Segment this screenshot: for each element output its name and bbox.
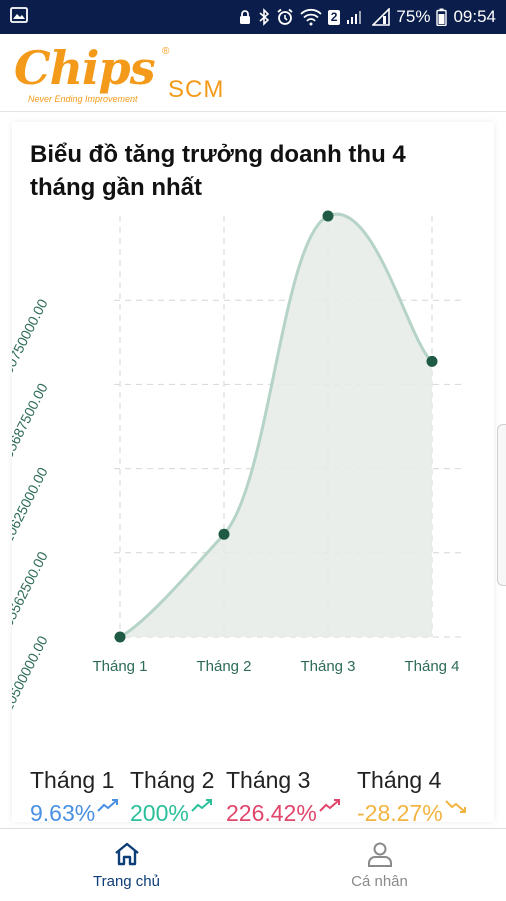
wifi-icon bbox=[300, 8, 322, 26]
stat-value-row: 200% bbox=[130, 799, 214, 827]
edge-scroll-handle[interactable] bbox=[497, 424, 506, 586]
stat-month-2: Tháng 2 200% bbox=[130, 767, 214, 827]
gallery-icon bbox=[10, 6, 28, 28]
stat-label: Tháng 3 bbox=[226, 767, 311, 793]
trend-up-icon bbox=[319, 799, 340, 812]
status-right: 2 75% 09:54 bbox=[238, 7, 496, 27]
data-point[interactable] bbox=[218, 528, 230, 540]
y-axis-tick-label: 155687500.00 bbox=[12, 380, 51, 467]
main-content[interactable]: Biểu đồ tăng trưởng doanh thu 4 tháng gầ… bbox=[0, 112, 506, 828]
brand-logo: Chips ® Never Ending Improvement SCM bbox=[14, 40, 234, 110]
logo-tagline: Never Ending Improvement bbox=[28, 94, 138, 104]
person-icon bbox=[367, 842, 392, 867]
y-axis-tick-label: 20500000.00 bbox=[12, 633, 51, 713]
nav-item-profile[interactable]: Cá nhân bbox=[253, 829, 506, 901]
trend-up-icon bbox=[97, 799, 119, 812]
y-axis-tick-label: 200750000.00 bbox=[12, 296, 51, 383]
chart-area bbox=[120, 214, 432, 637]
clock-time: 09:54 bbox=[453, 7, 496, 26]
stat-value: 9.63% bbox=[30, 800, 96, 826]
y-axis-tick-label: 65562500.00 bbox=[12, 549, 51, 629]
stat-value: 200% bbox=[130, 800, 189, 826]
status-left bbox=[10, 6, 28, 28]
stat-value-row: 226.42% bbox=[226, 799, 341, 827]
bluetooth-icon bbox=[258, 8, 270, 26]
sim-badge: 2 bbox=[327, 9, 341, 25]
x-axis-tick-label: Tháng 4 bbox=[404, 658, 459, 675]
nav-label-profile: Cá nhân bbox=[351, 872, 408, 890]
nav-label-home: Trang chủ bbox=[93, 872, 160, 890]
stat-value: -28.27% bbox=[357, 800, 443, 826]
app-header: Chips ® Never Ending Improvement SCM bbox=[0, 34, 506, 112]
data-point[interactable] bbox=[426, 355, 438, 367]
logo-wordmark: Chips bbox=[14, 41, 156, 95]
trend-down-icon bbox=[444, 800, 466, 813]
signal-icon-2 bbox=[372, 8, 391, 26]
nav-item-home[interactable]: Trang chủ bbox=[0, 829, 253, 901]
stat-value: 226.42% bbox=[226, 800, 317, 826]
revenue-chart-card: Biểu đồ tăng trưởng doanh thu 4 tháng gầ… bbox=[12, 122, 494, 826]
bottom-navigation: Trang chủ Cá nhân bbox=[0, 828, 506, 901]
x-axis-tick-label: Tháng 3 bbox=[300, 658, 355, 675]
status-bar: 2 75% 09:54 bbox=[0, 0, 506, 34]
battery-icon bbox=[436, 8, 448, 26]
stat-month-1: Tháng 1 9.63% bbox=[30, 767, 119, 827]
stat-label: Tháng 4 bbox=[357, 767, 442, 793]
y-axis-tick-label: 110625000.00 bbox=[12, 465, 51, 551]
battery-percent: 75% bbox=[396, 7, 431, 26]
growth-stats: Tháng 1 9.63% Tháng 2 200% Tháng 3 226.4… bbox=[30, 767, 490, 828]
stat-label: Tháng 2 bbox=[130, 767, 215, 793]
stat-month-3: Tháng 3 226.42% bbox=[226, 767, 341, 827]
logo-registered-mark: ® bbox=[162, 46, 170, 57]
app-suffix: SCM bbox=[168, 76, 225, 103]
home-icon bbox=[114, 842, 139, 865]
stat-value-row: 9.63% bbox=[30, 799, 119, 827]
revenue-chart: 20500000.00 65562500.00110625000.00155687… bbox=[12, 210, 464, 713]
x-axis-tick-label: Tháng 1 bbox=[92, 658, 147, 675]
lock-icon bbox=[238, 9, 252, 25]
signal-icon bbox=[346, 9, 366, 25]
alarm-icon bbox=[276, 8, 294, 26]
trend-up-icon bbox=[191, 799, 212, 812]
stat-label: Tháng 1 bbox=[30, 767, 115, 793]
x-axis-tick-label: Tháng 2 bbox=[196, 658, 251, 675]
stat-value-row: -28.27% bbox=[357, 800, 467, 827]
data-point[interactable] bbox=[114, 631, 126, 643]
stat-month-4: Tháng 4 -28.27% bbox=[357, 767, 467, 827]
data-point[interactable] bbox=[322, 210, 334, 222]
